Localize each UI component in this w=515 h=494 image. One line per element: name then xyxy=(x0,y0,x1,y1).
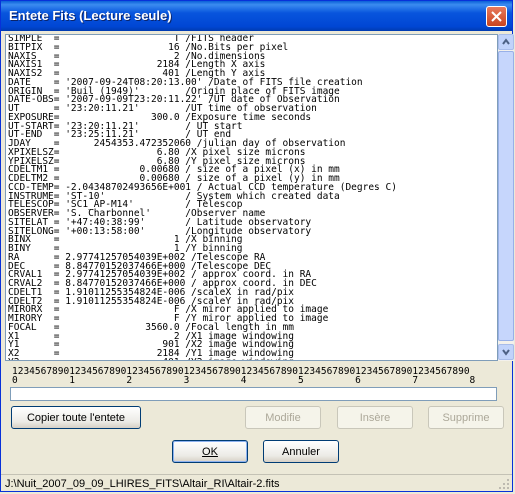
scroll-up-button[interactable] xyxy=(498,34,514,50)
header-text-area[interactable]: SIMPLE = T /FITS header BITPIX = 16 /No.B… xyxy=(5,34,498,361)
arrow-up-icon xyxy=(502,38,510,45)
scroll-thumb[interactable] xyxy=(498,51,514,341)
fits-header-dialog: Entete Fits (Lecture seule) SIMPLE = T /… xyxy=(0,0,515,492)
delete-button[interactable]: Supprime xyxy=(428,406,504,429)
header-line[interactable]: Y2 = 401 /Y2 image windowing xyxy=(8,358,397,360)
resize-grip-icon[interactable] xyxy=(498,478,510,490)
scroll-down-button[interactable] xyxy=(498,344,514,360)
line-edit-field[interactable] xyxy=(10,387,497,401)
modify-button[interactable]: Modifie xyxy=(245,406,321,429)
close-icon xyxy=(491,11,502,22)
ruler-tens: 0 1 2 3 4 5 6 7 8 9 xyxy=(12,375,515,386)
cancel-button[interactable]: Annuler xyxy=(263,440,339,463)
arrow-down-icon xyxy=(502,349,510,356)
window-title: Entete Fits (Lecture seule) xyxy=(9,8,172,23)
column-ruler: 1234567890123456789012345678901234567890… xyxy=(12,367,515,386)
title-bar[interactable]: Entete Fits (Lecture seule) xyxy=(1,1,512,31)
vertical-scrollbar[interactable] xyxy=(498,34,514,361)
insert-button[interactable]: Insère xyxy=(337,406,413,429)
status-bar: J:\Nuit_2007_09_09_LHIRES_FITS\Altair_RI… xyxy=(1,474,512,492)
ok-label: OK xyxy=(202,445,218,458)
file-path: J:\Nuit_2007_09_09_LHIRES_FITS\Altair_RI… xyxy=(5,478,280,490)
close-button[interactable] xyxy=(486,6,507,27)
header-lines: SIMPLE = T /FITS header BITPIX = 16 /No.B… xyxy=(8,35,397,360)
ok-button[interactable]: OK xyxy=(172,440,248,463)
copy-header-button[interactable]: Copier toute l'entete xyxy=(11,406,141,429)
